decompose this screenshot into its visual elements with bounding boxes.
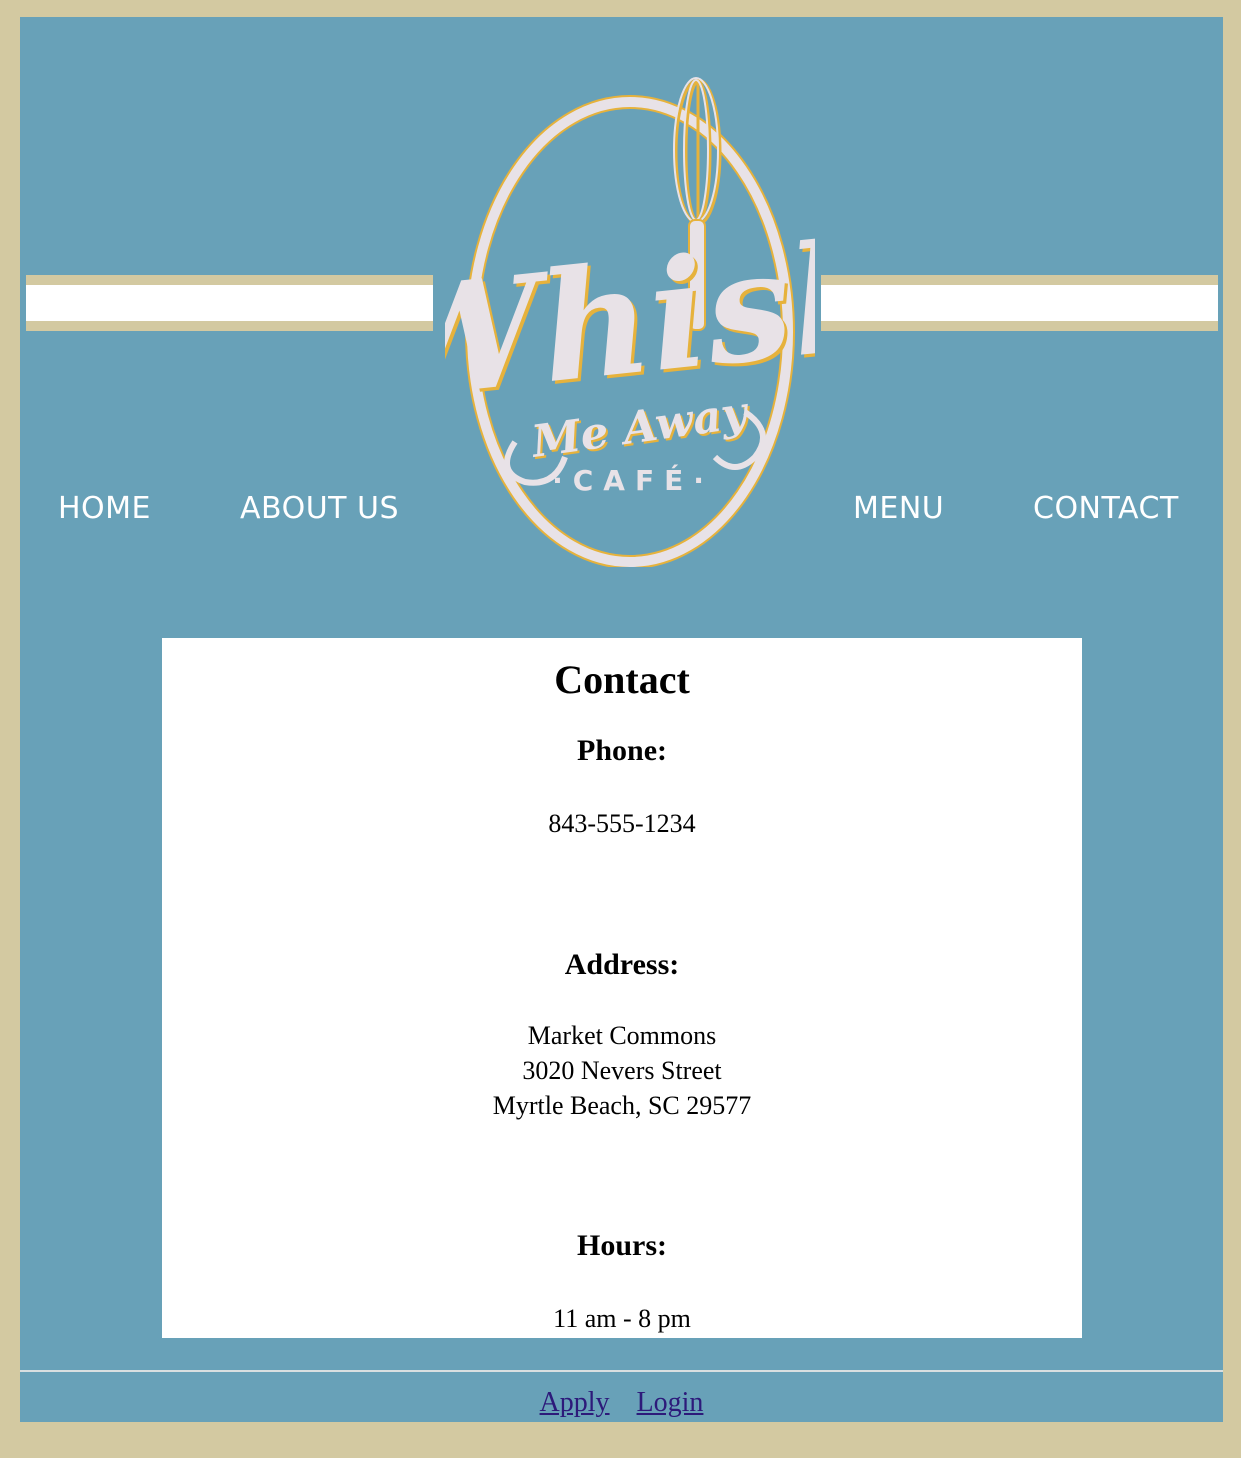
page-title: Contact — [554, 657, 690, 702]
footer: Apply Login — [20, 1387, 1223, 1419]
page-frame: Whisk Whisk Me Away Me Away ·CAFÉ· HOME … — [20, 17, 1223, 1422]
nav-contact[interactable]: CONTACT — [1033, 491, 1179, 526]
address-heading: Address: — [564, 948, 680, 981]
svg-text:Whisk: Whisk — [445, 205, 815, 435]
phone-number: 843-555-1234 — [548, 809, 696, 838]
address-block: Market Commons 3020 Nevers Street Myrtle… — [162, 1018, 1082, 1123]
hours-text: 11 am - 8 pm — [553, 1304, 691, 1333]
cafe-logo[interactable]: Whisk Whisk Me Away Me Away ·CAFÉ· — [365, 62, 906, 569]
address-line-1: Market Commons — [527, 1021, 717, 1050]
nav-home[interactable]: HOME — [58, 491, 151, 526]
login-link[interactable]: Login — [637, 1387, 704, 1418]
whisk-logo-graphic: Whisk Whisk Me Away Me Away ·CAFÉ· — [365, 77, 906, 569]
address-line-3: Myrtle Beach, SC 29577 — [492, 1091, 752, 1120]
decorative-stripe-left — [26, 275, 433, 331]
decorative-stripe-right — [821, 275, 1218, 331]
svg-text:·CAFÉ·: ·CAFÉ· — [552, 463, 714, 497]
apply-link[interactable]: Apply — [540, 1387, 610, 1418]
footer-divider — [20, 1370, 1223, 1372]
contact-panel: Contact Phone: 843-555-1234 Address: Mar… — [162, 638, 1082, 1338]
phone-heading: Phone: — [577, 734, 667, 767]
nav-about-us[interactable]: ABOUT US — [240, 491, 399, 526]
address-line-2: 3020 Nevers Street — [522, 1056, 722, 1085]
hours-heading: Hours: — [577, 1229, 667, 1262]
nav-menu[interactable]: MENU — [853, 491, 944, 526]
